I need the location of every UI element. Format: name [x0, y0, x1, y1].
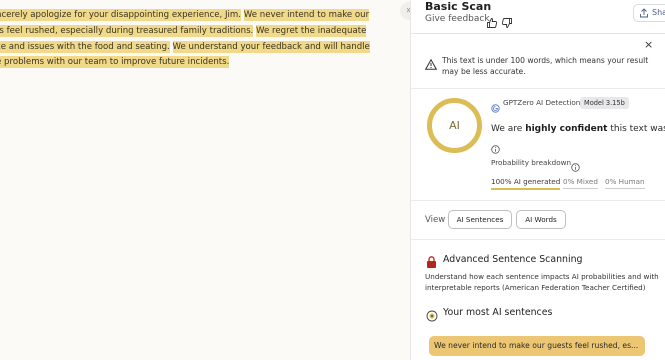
- ai-sentences-button[interactable]: AI Sentences: [448, 210, 512, 229]
- highlighted-sentence[interactable]: We regret the inadequate: [256, 24, 367, 37]
- thumbs-down-icon[interactable]: [501, 14, 513, 28]
- warning-icon: [424, 55, 438, 74]
- highlighted-sentence[interactable]: ncerely apologize for your disappointing…: [0, 9, 241, 21]
- detector-name: GPTZero AI Detection: [503, 98, 581, 107]
- info-icon[interactable]: [571, 157, 580, 176]
- result-divider: [411, 200, 665, 201]
- view-divider: [411, 239, 665, 240]
- document-line: ts feel rushed, especially during treasu…: [0, 24, 410, 40]
- probability-mixed: 0% Mixed: [563, 177, 598, 189]
- document-text[interactable]: ncerely apologize for your disappointing…: [0, 8, 410, 71]
- highlighted-sentence[interactable]: We understand your feedback and will han…: [172, 40, 370, 53]
- ai-words-button[interactable]: AI Words: [516, 210, 566, 229]
- verdict-confidence: highly confident: [525, 124, 608, 134]
- results-panel: Basic Scan Give feedback Share This text…: [410, 0, 665, 360]
- verdict-prefix: We are: [491, 124, 526, 134]
- model-badge: Model 3.15b: [580, 97, 629, 109]
- ai-sentences-icon: [426, 307, 438, 326]
- view-label: View: [425, 215, 446, 225]
- info-icon[interactable]: [491, 139, 500, 158]
- highlighted-sentence[interactable]: ce and issues with the food and seating.: [0, 40, 170, 53]
- document-pane: ncerely apologize for your disappointing…: [0, 0, 410, 360]
- document-line: ncerely apologize for your disappointing…: [0, 8, 410, 24]
- share-label: Share: [652, 8, 665, 17]
- share-button[interactable]: Share: [633, 4, 665, 22]
- advanced-scanning-title: Advanced Sentence Scanning: [443, 254, 583, 265]
- ai-sentence-item[interactable]: We never intend to make our guests feel …: [429, 336, 645, 356]
- probability-human: 0% Human: [605, 177, 645, 189]
- gptzero-logo-icon: [491, 98, 500, 117]
- ai-score-ring-label: AI: [449, 119, 460, 132]
- document-line: e problems with our team to improve futu…: [0, 55, 410, 71]
- highlighted-sentence[interactable]: ts feel rushed, especially during treasu…: [0, 24, 254, 37]
- notice-text: This text is under 100 words, which mean…: [442, 56, 649, 76]
- lock-icon: [426, 253, 437, 272]
- verdict-middle: this text was: [607, 124, 665, 134]
- highlighted-sentence[interactable]: e problems with our team to improve futu…: [0, 56, 230, 69]
- probability-ai: 100% AI generated: [491, 177, 561, 190]
- document-line: ce and issues with the food and seating.…: [0, 40, 410, 56]
- close-icon[interactable]: ×: [644, 38, 653, 51]
- share-icon: [639, 8, 649, 24]
- thumbs-up-icon[interactable]: [486, 14, 498, 28]
- scan-title: Basic Scan: [425, 0, 492, 13]
- most-ai-sentences-title: Your most AI sentences: [443, 307, 553, 318]
- probability-breakdown-label: Probability breakdown: [491, 158, 572, 167]
- verdict-text: We are highly confident this text was AI…: [491, 124, 665, 134]
- highlighted-sentence[interactable]: We never intend to make our: [243, 9, 370, 21]
- advanced-scanning-description: Understand how each sentence impacts AI …: [425, 272, 659, 292]
- notice-divider: [411, 88, 665, 89]
- give-feedback-label: Give feedback: [425, 14, 490, 24]
